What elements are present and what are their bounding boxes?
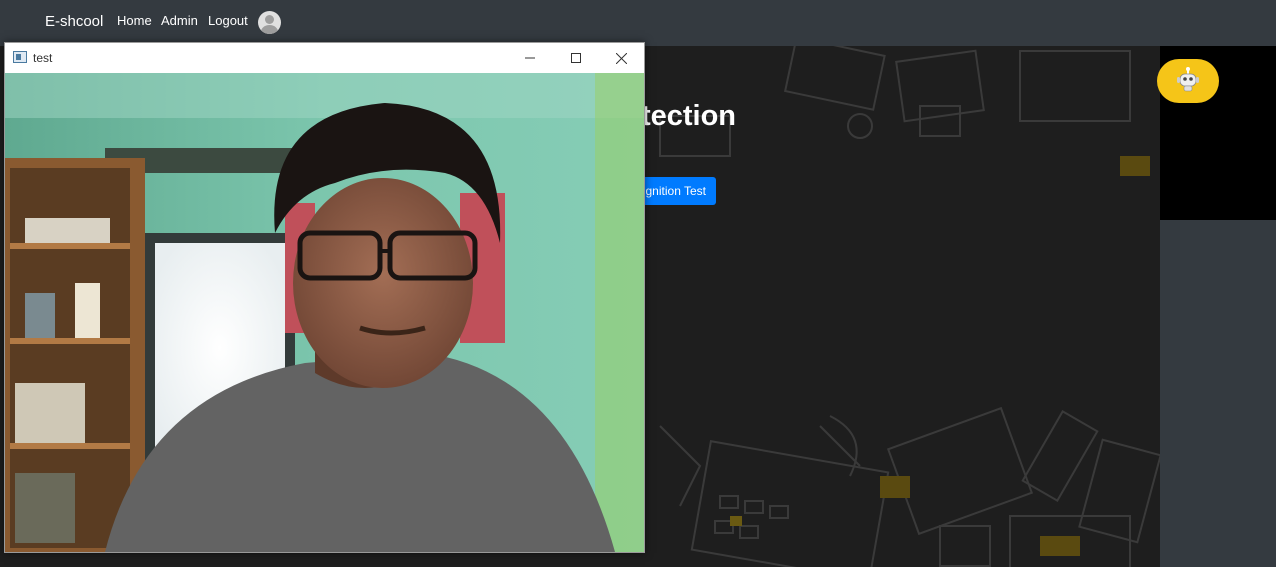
navbar: E-shcool Home Admin Logout bbox=[0, 0, 1276, 46]
window-app-icon bbox=[13, 51, 27, 63]
nav-home-link[interactable]: Home bbox=[117, 13, 152, 28]
close-button[interactable] bbox=[598, 43, 644, 73]
nav-logout-link[interactable]: Logout bbox=[208, 13, 248, 28]
minimize-icon bbox=[525, 57, 535, 59]
window-title: test bbox=[33, 51, 53, 65]
robot-icon bbox=[1176, 66, 1200, 97]
user-avatar-icon[interactable] bbox=[258, 11, 281, 34]
minimize-button[interactable] bbox=[507, 43, 553, 73]
maximize-icon bbox=[571, 53, 581, 63]
nav-admin-link[interactable]: Admin bbox=[161, 13, 198, 28]
close-icon bbox=[615, 52, 627, 64]
webcam-feed bbox=[5, 73, 644, 552]
maximize-button[interactable] bbox=[553, 43, 599, 73]
window-titlebar[interactable]: test bbox=[5, 43, 644, 73]
chatbot-button[interactable] bbox=[1157, 59, 1219, 103]
brand-logo[interactable]: E-shcool bbox=[45, 13, 103, 30]
camera-window: test bbox=[4, 42, 645, 553]
